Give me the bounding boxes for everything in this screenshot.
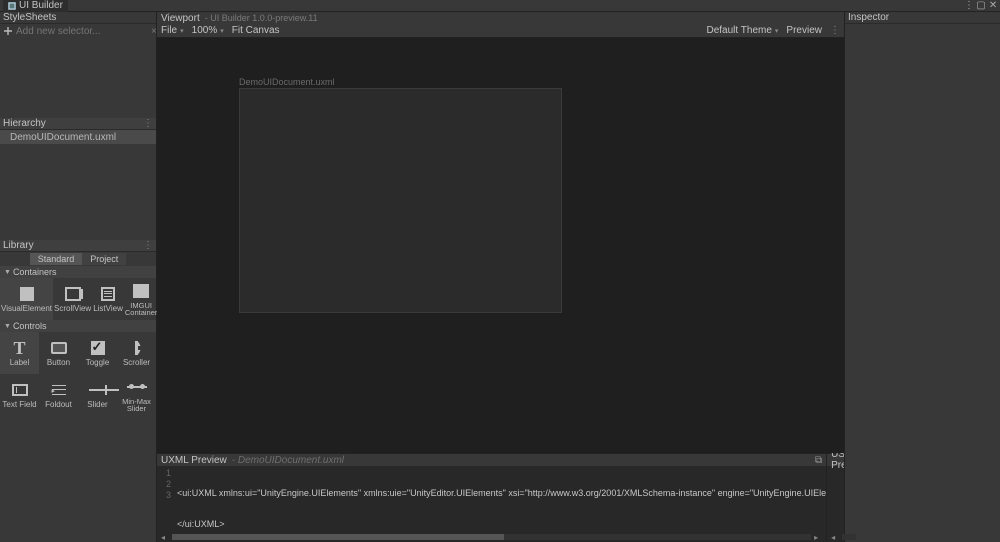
viewport-canvas[interactable]: DemoUIDocument.uxml — [157, 38, 844, 453]
scrollview-icon — [62, 285, 84, 303]
code-line: <ui:UXML xmlns:ui="UnityEngine.UIElement… — [177, 488, 826, 499]
window-close-icon[interactable]: ✕ — [989, 2, 997, 10]
uxml-code[interactable]: 1 2 3 <ui:UXML xmlns:ui="UnityEngine.UIE… — [157, 466, 826, 532]
library-header: Library ⋮ — [0, 240, 156, 252]
library-item-foldout[interactable]: Foldout — [39, 374, 78, 416]
titlebar: UI Builder ⋮ ▢ ✕ — [0, 0, 1000, 12]
library-item-slider[interactable]: Slider — [78, 374, 117, 416]
inspector-title: Inspector — [848, 12, 889, 23]
viewport-fit-canvas[interactable]: Fit Canvas — [232, 25, 280, 36]
library-item-toggle[interactable]: Toggle — [78, 332, 117, 374]
viewport-menu-icon[interactable]: ⋮ — [830, 25, 840, 36]
scroller-icon: ▲▼ — [126, 339, 148, 357]
inspector-body — [845, 24, 1000, 542]
viewport-theme-dropdown[interactable]: Default Theme▾ — [707, 25, 779, 36]
button-icon — [48, 339, 70, 357]
scroll-left-icon[interactable]: ◂ — [161, 533, 169, 542]
ui-builder-icon — [8, 2, 16, 10]
viewport-zoom[interactable]: 100%▾ — [192, 25, 224, 36]
add-selector-input[interactable] — [16, 26, 148, 37]
library-category-containers[interactable]: ▼ Containers — [0, 266, 156, 278]
inspector-header: Inspector — [845, 12, 1000, 24]
window-maximize-icon[interactable]: ▢ — [977, 2, 985, 10]
viewport-title: Viewport — [161, 13, 200, 24]
scroll-right-icon[interactable]: ▸ — [814, 533, 822, 542]
hierarchy-root-item[interactable]: DemoUIDocument.uxml — [0, 130, 156, 144]
imgui-icon — [130, 282, 152, 300]
canvas-document[interactable] — [239, 88, 562, 313]
library-item-imgui[interactable]: IMGUI Container — [124, 278, 159, 320]
foldout-arrow-icon: ▼ — [4, 323, 11, 330]
library-item-button[interactable]: Button — [39, 332, 78, 374]
minmaxslider-icon — [126, 378, 148, 396]
hierarchy-header: Hierarchy ⋮ — [0, 118, 156, 130]
viewport-preview-toggle[interactable]: Preview — [786, 25, 822, 36]
plus-icon[interactable] — [3, 26, 13, 36]
library-menu-icon[interactable]: ⋮ — [143, 240, 153, 251]
library-item-minmaxslider[interactable]: Min-Max Slider — [117, 374, 156, 416]
hierarchy-body: DemoUIDocument.uxml — [0, 130, 156, 240]
library-title: Library — [3, 240, 34, 251]
foldout-icon — [48, 381, 70, 399]
textfield-icon — [9, 381, 31, 399]
hierarchy-root-label: DemoUIDocument.uxml — [10, 132, 116, 143]
slider-icon — [87, 381, 109, 399]
canvas-doc-label: DemoUIDocument.uxml — [239, 77, 335, 87]
scroll-track[interactable] — [842, 534, 856, 540]
library-item-scrollview[interactable]: ScrollView — [53, 278, 92, 320]
clear-icon[interactable]: × — [151, 26, 157, 37]
hierarchy-menu-icon[interactable]: ⋮ — [143, 118, 153, 129]
library-category-controls[interactable]: ▼ Controls — [0, 320, 156, 332]
uxml-preview-title: UXML Preview — [161, 455, 227, 466]
viewport-subtitle: - UI Builder 1.0.0-preview.11 — [205, 13, 318, 23]
scroll-track[interactable] — [172, 534, 811, 540]
library-item-scroller[interactable]: ▲▼ Scroller — [117, 332, 156, 374]
library-item-label[interactable]: T Label — [0, 332, 39, 374]
uxml-hscrollbar[interactable]: ◂ ▸ — [157, 532, 826, 542]
code-gutter: 1 2 3 — [157, 466, 175, 532]
visualelement-icon — [16, 285, 38, 303]
listview-icon — [97, 285, 119, 303]
code-line: </ui:UXML> — [177, 519, 826, 530]
app-tab[interactable]: UI Builder — [3, 0, 68, 12]
foldout-arrow-icon: ▼ — [4, 269, 11, 276]
hierarchy-title: Hierarchy — [3, 118, 46, 129]
library-item-visualelement[interactable]: VisualElement — [0, 278, 53, 320]
app-tab-label: UI Builder — [19, 0, 63, 11]
scroll-left-icon[interactable]: ◂ — [831, 533, 839, 542]
scroll-thumb[interactable] — [172, 534, 504, 540]
library-category-containers-label: Containers — [13, 267, 57, 277]
library-item-listview[interactable]: ListView — [92, 278, 124, 320]
library-tab-standard[interactable]: Standard — [30, 253, 83, 265]
library-item-textfield[interactable]: Text Field — [0, 374, 39, 416]
toggle-icon — [87, 339, 109, 357]
popout-icon[interactable]: ⧉ — [815, 455, 822, 466]
viewport-toolbar: File▾ 100%▾ Fit Canvas Default Theme▾ Pr… — [157, 24, 844, 38]
stylesheets-header: StyleSheets — [0, 12, 156, 24]
viewport-file-menu[interactable]: File▾ — [161, 25, 184, 36]
uxml-preview-sub: - DemoUIDocument.uxml — [232, 455, 344, 466]
stylesheets-body — [0, 38, 156, 118]
label-icon: T — [9, 339, 31, 357]
library-tab-project[interactable]: Project — [82, 253, 126, 265]
stylesheets-title: StyleSheets — [3, 12, 56, 23]
window-menu-icon[interactable]: ⋮ — [965, 2, 973, 10]
library-category-controls-label: Controls — [13, 321, 47, 331]
